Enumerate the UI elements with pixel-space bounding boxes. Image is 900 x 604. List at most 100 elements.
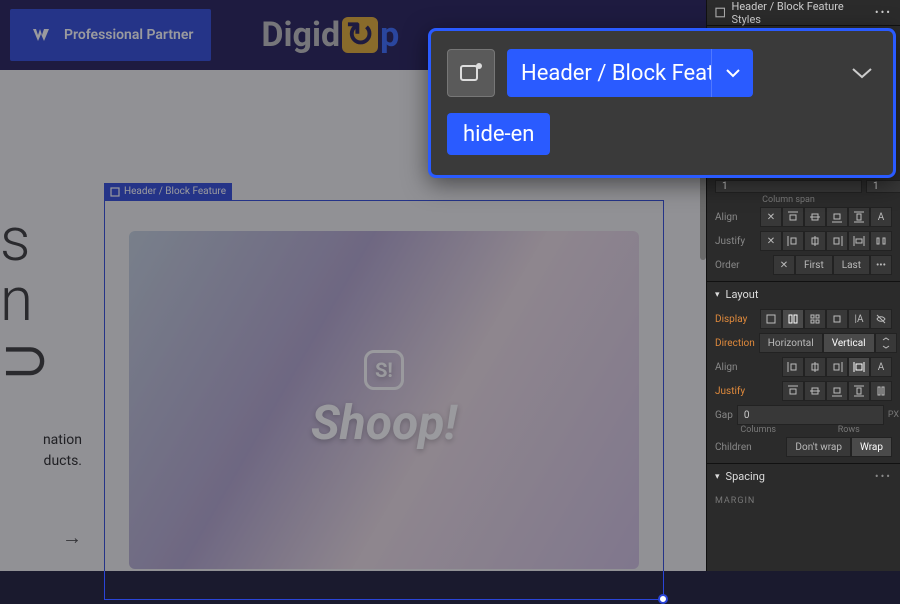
column-span-input[interactable] xyxy=(715,180,862,193)
flex-justify-center-button[interactable] xyxy=(804,381,826,401)
selector-element-icon[interactable] xyxy=(447,49,495,97)
gap-columns-label: Columns xyxy=(740,425,776,435)
class-selector-name: Header / Block Featu xyxy=(507,61,711,86)
children-row: Children Don't wrap Wrap xyxy=(707,435,900,459)
element-tag-label: Header / Block Feature xyxy=(124,186,226,197)
layout-section-header[interactable]: ▾ Layout xyxy=(707,281,900,307)
justify-between-button[interactable] xyxy=(870,231,892,251)
webflow-logo-icon xyxy=(28,23,52,47)
order-reset-button[interactable]: ✕ xyxy=(773,255,795,275)
gap-rows-label: Rows xyxy=(838,425,860,435)
display-grid-button[interactable] xyxy=(804,309,826,329)
children-wrap-button[interactable]: Wrap xyxy=(851,437,892,457)
order-row: Order ✕ First Last ••• xyxy=(707,253,900,277)
justify-start-button[interactable] xyxy=(782,231,804,251)
direction-row: Direction Horizontal Vertical xyxy=(707,331,900,355)
align-start-button[interactable] xyxy=(782,207,804,227)
flex-align-baseline-button[interactable]: A xyxy=(870,357,892,377)
align-reset-button[interactable]: ✕ xyxy=(760,207,782,227)
display-label: Display xyxy=(715,314,756,325)
flex-align-row: Align A xyxy=(707,355,900,379)
children-nowrap-button[interactable]: Don't wrap xyxy=(786,437,851,457)
gap-label: Gap xyxy=(715,410,733,421)
brand-text-part1: Digid xyxy=(261,15,340,55)
brand-text-part2: p xyxy=(380,15,399,55)
direction-label: Direction xyxy=(715,338,755,349)
row-span-input[interactable] xyxy=(866,180,900,193)
layout-section-title: Layout xyxy=(726,288,759,301)
grid-align-row: Align ✕ A xyxy=(707,205,900,229)
display-flex-button[interactable] xyxy=(782,309,804,329)
flex-align-start-button[interactable] xyxy=(782,357,804,377)
shoop-label: Shoop! xyxy=(311,394,457,451)
flex-align-center-button[interactable] xyxy=(804,357,826,377)
class-selector-chevron-icon[interactable] xyxy=(711,49,753,97)
brand-logo: Digid↻p xyxy=(261,15,399,55)
spacing-section-header[interactable]: ▾ Spacing ••• xyxy=(707,463,900,489)
justify-reset-button[interactable]: ✕ xyxy=(760,231,782,251)
combo-class-chip-hide-en[interactable]: hide-en xyxy=(447,113,550,155)
direction-vertical-button[interactable]: Vertical xyxy=(823,333,875,353)
style-panel-title: Header / Block Feature Styles xyxy=(731,0,868,26)
order-first-button[interactable]: First xyxy=(795,255,833,275)
style-panel-header: Header / Block Feature Styles ••• xyxy=(707,0,900,26)
flex-justify-around-button[interactable] xyxy=(870,381,892,401)
flex-justify-label: Justify xyxy=(715,386,759,397)
justify-end-button[interactable] xyxy=(826,231,848,251)
flex-justify-row: Justify xyxy=(707,379,900,403)
align-baseline-button[interactable]: A xyxy=(870,207,892,227)
align-center-button[interactable] xyxy=(804,207,826,227)
direction-reverse-button[interactable] xyxy=(875,333,897,353)
gap-unit[interactable]: PX xyxy=(888,410,899,420)
align-end-button[interactable] xyxy=(826,207,848,227)
panel-more-icon[interactable]: ••• xyxy=(875,6,892,19)
cropped-heading-letters: s n ⊃ xyxy=(0,210,30,390)
display-row: Display |A xyxy=(707,307,900,331)
gap-row: Gap PX 🔒 PX xyxy=(707,403,900,427)
spacing-more-icon[interactable]: ••• xyxy=(875,470,892,483)
flex-justify-end-button[interactable] xyxy=(826,381,848,401)
shoop-bag-icon: S! xyxy=(364,350,404,390)
display-inline-block-button[interactable] xyxy=(826,309,848,329)
flex-justify-between-button[interactable] xyxy=(848,381,870,401)
direction-horizontal-button[interactable]: Horizontal xyxy=(759,333,823,353)
states-dropdown-chevron-icon[interactable] xyxy=(847,66,877,80)
class-selector-dropdown[interactable]: Header / Block Featu xyxy=(507,49,753,97)
element-selection-tag[interactable]: Header / Block Feature xyxy=(104,183,232,200)
justify-stretch-button[interactable] xyxy=(848,231,870,251)
paragraph-line: nation xyxy=(0,430,82,451)
feature-image: S! Shoop! xyxy=(129,231,639,569)
shoop-logo: S! Shoop! xyxy=(311,350,457,451)
flex-align-end-button[interactable] xyxy=(826,357,848,377)
selected-element-header-block-feature[interactable]: Header / Block Feature S! Shoop! xyxy=(104,200,664,600)
grid-justify-row: Justify ✕ xyxy=(707,229,900,253)
justify-label: Justify xyxy=(715,236,756,247)
order-more-button[interactable]: ••• xyxy=(870,255,892,275)
cropped-paragraph: nation ducts. → xyxy=(0,430,90,552)
partner-label: Professional Partner xyxy=(64,27,193,43)
class-selector-popout: Header / Block Featu hide-en xyxy=(428,28,896,178)
display-block-button[interactable] xyxy=(760,309,782,329)
gap-column-input[interactable] xyxy=(737,405,884,425)
display-none-button[interactable] xyxy=(870,309,892,329)
order-last-button[interactable]: Last xyxy=(833,255,870,275)
brand-icon: ↻ xyxy=(342,17,378,53)
partner-badge: Professional Partner xyxy=(10,9,211,61)
margin-row: MARGIN xyxy=(707,489,900,513)
grid-span-row: Column span Row span xyxy=(707,180,900,205)
justify-center-button[interactable] xyxy=(804,231,826,251)
paragraph-line: ducts. xyxy=(0,451,82,472)
chevron-down-icon: ▾ xyxy=(715,290,720,300)
align-stretch-button[interactable] xyxy=(848,207,870,227)
flex-align-label: Align xyxy=(715,362,759,373)
div-block-icon xyxy=(110,187,120,197)
order-label: Order xyxy=(715,260,759,271)
display-inline-button[interactable]: |A xyxy=(848,309,870,329)
flex-justify-start-button[interactable] xyxy=(782,381,804,401)
div-block-icon xyxy=(715,7,725,18)
arrow-right-icon[interactable]: → xyxy=(0,522,82,552)
selection-resize-handle[interactable] xyxy=(658,594,668,604)
spacing-section-title: Spacing xyxy=(726,470,765,483)
flex-align-stretch-button[interactable] xyxy=(848,357,870,377)
margin-label: MARGIN xyxy=(715,496,755,506)
